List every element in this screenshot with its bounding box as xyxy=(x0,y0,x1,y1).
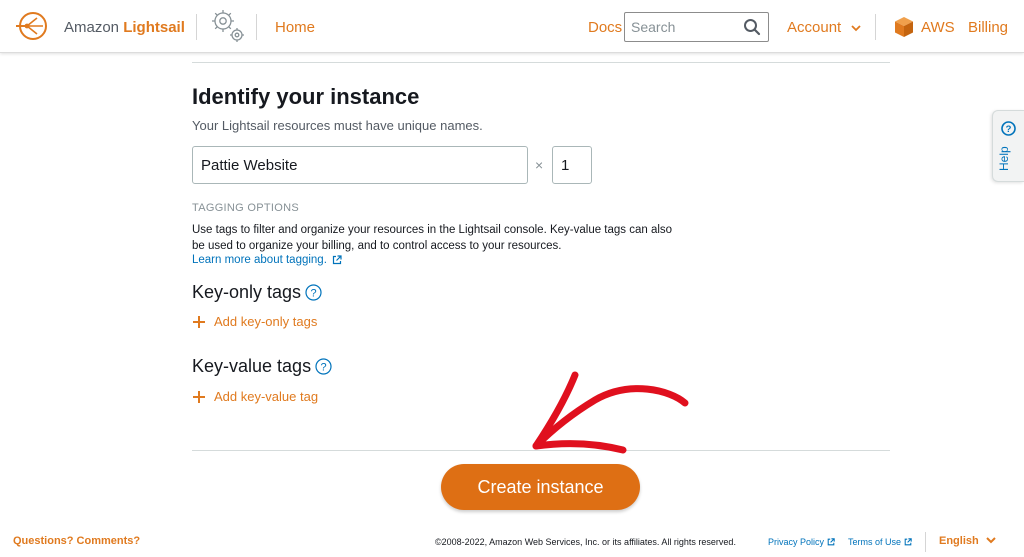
gears-icon[interactable] xyxy=(208,6,248,46)
multiplier-sign: × xyxy=(535,157,544,173)
plus-icon xyxy=(193,390,205,403)
add-key-only-tags-link[interactable]: Add key-only tags xyxy=(192,314,317,329)
nav-home-link[interactable]: Home xyxy=(275,19,315,36)
learn-more-tagging-link[interactable]: Learn more about tagging. xyxy=(192,254,342,266)
language-label: English xyxy=(939,535,979,547)
external-link-icon xyxy=(904,538,912,546)
copyright-text: ©2008-2022, Amazon Web Services, Inc. or… xyxy=(435,537,736,547)
brand-prefix: Amazon xyxy=(64,19,120,36)
help-label: Help xyxy=(997,146,1011,172)
nav-divider xyxy=(256,14,257,40)
privacy-policy-label: Privacy Policy xyxy=(768,537,825,547)
footer: Questions? Comments? ©2008-2022, Amazon … xyxy=(0,527,1024,557)
add-key-value-label: Add key-value tag xyxy=(214,389,319,404)
brand-name[interactable]: Amazon Lightsail xyxy=(64,19,185,36)
help-panel-tab[interactable]: ? Help xyxy=(992,110,1024,182)
account-menu[interactable]: Account xyxy=(787,19,862,36)
nav-billing-link[interactable]: Billing xyxy=(968,19,1008,36)
section-divider xyxy=(192,62,890,63)
search-box[interactable] xyxy=(624,12,769,42)
key-only-tags-title: Key-only tags xyxy=(192,282,302,302)
nav-aws-link[interactable]: AWS xyxy=(921,19,955,36)
svg-text:?: ? xyxy=(1006,124,1012,135)
help-question-icon: ? xyxy=(1001,121,1016,136)
plus-icon xyxy=(193,315,205,328)
key-only-tags-heading: Key-only tags ? xyxy=(192,282,322,303)
terms-of-use-link[interactable]: Terms of Use xyxy=(848,537,912,547)
question-icon[interactable]: ? xyxy=(305,284,322,301)
brand-lightsail: Lightsail xyxy=(123,19,185,36)
key-value-tags-title: Key-value tags xyxy=(192,356,312,376)
questions-comments-link[interactable]: Questions? Comments? xyxy=(13,535,140,547)
language-selector[interactable]: English xyxy=(939,535,996,547)
identify-instance-subtitle: Your Lightsail resources must have uniqu… xyxy=(192,118,483,133)
key-value-tags-heading: Key-value tags ? xyxy=(192,356,332,377)
footer-divider xyxy=(925,532,926,552)
chevron-down-icon xyxy=(851,25,862,32)
privacy-policy-link[interactable]: Privacy Policy xyxy=(768,537,835,547)
terms-of-use-label: Terms of Use xyxy=(848,537,902,547)
identify-instance-title: Identify your instance xyxy=(192,84,420,109)
search-icon[interactable] xyxy=(743,18,761,36)
nav-divider xyxy=(875,14,876,40)
tagging-description: Use tags to filter and organize your res… xyxy=(192,224,673,252)
chevron-down-icon xyxy=(986,537,996,544)
annotation-arrow xyxy=(532,371,689,454)
add-key-value-tag-link[interactable]: Add key-value tag xyxy=(192,389,318,404)
aws-cube-icon[interactable] xyxy=(893,16,915,38)
external-link-icon xyxy=(332,255,342,265)
instance-count-input[interactable] xyxy=(552,146,592,184)
external-link-icon xyxy=(827,538,835,546)
nav-divider xyxy=(196,14,197,40)
top-nav: Amazon Lightsail Home Docs Account AW xyxy=(0,0,1024,53)
search-input[interactable] xyxy=(631,17,741,37)
question-icon[interactable]: ? xyxy=(315,358,332,375)
add-key-only-label: Add key-only tags xyxy=(214,314,318,329)
create-instance-button[interactable]: Create instance xyxy=(441,464,640,510)
account-label: Account xyxy=(787,19,842,36)
lightsail-logo-icon[interactable] xyxy=(14,9,48,43)
learn-more-label: Learn more about tagging. xyxy=(192,254,327,266)
instance-name-input[interactable] xyxy=(192,146,528,184)
nav-docs-link[interactable]: Docs xyxy=(588,19,622,36)
svg-text:?: ? xyxy=(311,288,317,300)
svg-text:?: ? xyxy=(321,362,327,374)
tagging-options-heading: TAGGING OPTIONS xyxy=(192,202,299,214)
